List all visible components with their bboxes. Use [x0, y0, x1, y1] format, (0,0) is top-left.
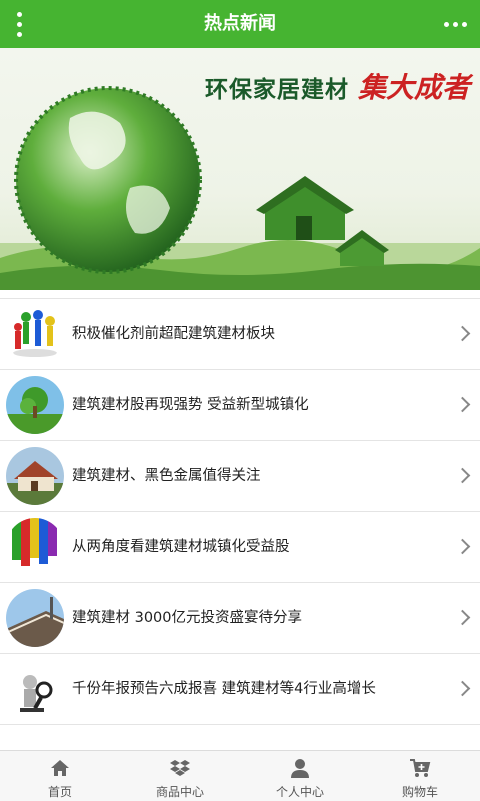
- people-figures-image: [6, 305, 64, 363]
- top-bar: 热点新闻: [0, 0, 480, 48]
- tab-products[interactable]: 商品中心: [120, 751, 240, 801]
- horizontal-dots-icon[interactable]: [440, 6, 470, 42]
- news-title: 建筑建材、黑色金属值得关注: [72, 468, 261, 484]
- list-item[interactable]: 建筑建材 3000亿元投资盛宴待分享: [0, 583, 480, 654]
- chevron-right-icon: [454, 467, 471, 484]
- tab-label: 个人中心: [275, 785, 324, 799]
- cart-icon: [410, 759, 431, 777]
- tab-cart[interactable]: 购物车: [360, 751, 480, 801]
- list-item[interactable]: 千份年报预告六成报喜 建筑建材等4行业高增长: [0, 654, 480, 725]
- green-tree-image: [6, 376, 64, 434]
- paint-colors-image: [6, 518, 64, 576]
- list-item[interactable]: 积极催化剂前超配建筑建材板块: [0, 298, 480, 370]
- list-item[interactable]: 从两角度看建筑建材城镇化受益股: [0, 512, 480, 583]
- tab-home[interactable]: 首页: [0, 751, 120, 801]
- chevron-right-icon: [454, 609, 471, 626]
- dropbox-icon: [170, 760, 190, 776]
- page-title: 热点新闻: [204, 13, 276, 34]
- news-title: 建筑建材股再现强势 受益新型城镇化: [72, 397, 309, 413]
- news-title: 积极催化剂前超配建筑建材板块: [72, 326, 275, 342]
- home-icon: [51, 760, 69, 776]
- banner-slogan: 集大成者: [358, 71, 471, 104]
- banner-title: 环保家居建材: [205, 76, 349, 103]
- chevron-right-icon: [454, 538, 471, 555]
- list-item[interactable]: 建筑建材、黑色金属值得关注: [0, 441, 480, 512]
- chevron-right-icon: [454, 325, 471, 342]
- tab-label: 首页: [47, 785, 72, 799]
- list-item[interactable]: 建筑建材股再现强势 受益新型城镇化: [0, 370, 480, 441]
- house-image: [6, 447, 64, 505]
- banner-carousel[interactable]: 环保家居建材 集大成者: [0, 48, 480, 290]
- chevron-right-icon: [454, 680, 471, 697]
- news-title: 千份年报预告六成报喜 建筑建材等4行业高增长: [72, 681, 376, 697]
- tab-label: 商品中心: [155, 785, 204, 799]
- bottom-nav: 首页 商品中心 个人中心 购物车: [0, 750, 480, 801]
- news-list: 积极催化剂前超配建筑建材板块 建筑建材股再现强势 受益新型城镇化 建筑建材、黑色…: [0, 298, 480, 725]
- tab-label: 购物车: [401, 785, 438, 799]
- tab-profile[interactable]: 个人中心: [240, 751, 360, 801]
- magnifier-figure-image: [6, 660, 64, 718]
- chevron-right-icon: [454, 396, 471, 413]
- user-icon: [291, 759, 309, 778]
- building-sky-image: [6, 589, 64, 647]
- news-title: 建筑建材 3000亿元投资盛宴待分享: [72, 610, 303, 626]
- news-title: 从两角度看建筑建材城镇化受益股: [72, 539, 290, 555]
